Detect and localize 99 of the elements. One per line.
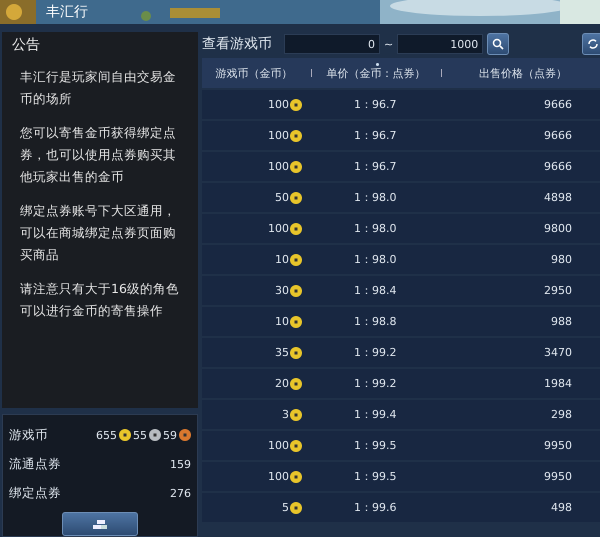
table-row[interactable]: 3 1：99.4 298 xyxy=(202,400,600,429)
coin-icon xyxy=(179,429,191,441)
notice-text: 您可以寄售金币获得绑定点券，也可以使用点券购买其他玩家出售的金币 xyxy=(20,124,177,186)
amount-cell: 100 xyxy=(268,129,289,142)
rate-cell-text: 1：98.8 xyxy=(353,314,398,329)
coin-icon xyxy=(290,254,302,266)
price-cell-text: 9950 xyxy=(543,470,573,483)
coin-amount: 655 xyxy=(96,428,117,442)
price-cell-text: 4898 xyxy=(543,191,573,204)
wallet-value: 159 xyxy=(170,458,191,470)
notice-text: 丰汇行是玩家间自由交易金币的场所 xyxy=(20,68,177,108)
max-field[interactable]: 1000 xyxy=(397,34,484,54)
coin-icon xyxy=(290,130,302,142)
rate-cell-text: 1：99.5 xyxy=(353,438,398,453)
amount-cell: 20 xyxy=(275,377,289,390)
rate-cell-text: 1：98.0 xyxy=(353,190,398,205)
coin-amount: 59 xyxy=(163,428,177,442)
notice-text: 绑定点券账号下大区通用，可以在商城绑定点券页面购买商品 xyxy=(20,202,177,264)
coin-stack-button[interactable] xyxy=(62,512,138,536)
price-cell-text: 980 xyxy=(550,253,573,266)
price-cell-text: 498 xyxy=(550,501,573,514)
notice-text: 请注意只有大于16级的角色可以进行金币的寄售操作 xyxy=(20,280,180,320)
amount-cell: 100 xyxy=(268,470,289,483)
column-header[interactable]: 游戏币（金币） xyxy=(202,66,306,80)
price-cell-text: 9666 xyxy=(543,98,573,111)
table-row[interactable]: 30 1：98.4 2950 xyxy=(202,276,600,305)
rate-cell-text: 1：99.2 xyxy=(353,376,398,391)
refresh-icon xyxy=(587,38,599,50)
amount-cell: 35 xyxy=(275,346,289,359)
coin-icon xyxy=(290,346,302,358)
rate-cell-text: 1：99.5 xyxy=(353,469,398,484)
price-cell-text: 2950 xyxy=(543,284,573,297)
rate-cell-text: 1：96.7 xyxy=(353,159,398,174)
rate-cell-text: 1：99.2 xyxy=(353,345,398,360)
table-row[interactable]: 10 1：98.0 980 xyxy=(202,245,600,274)
rate-cell-text: 1：98.0 xyxy=(353,252,398,267)
price-cell-text: 9800 xyxy=(543,222,573,235)
price-cell-text: 3470 xyxy=(543,346,573,359)
rate-cell-text: 1：99.4 xyxy=(353,407,398,422)
price-cell-text: 9666 xyxy=(543,129,573,142)
amount-cell: 100 xyxy=(268,160,289,173)
table-row[interactable]: 20 1：99.2 1984 xyxy=(202,369,600,398)
coin-amount: 55 xyxy=(133,428,147,442)
table-row[interactable]: 35 1：99.2 3470 xyxy=(202,338,600,367)
range-separator: ~ xyxy=(384,38,394,50)
price-cell-text: 298 xyxy=(550,408,573,421)
coin-icon xyxy=(290,378,302,390)
refresh-button[interactable] xyxy=(582,33,600,55)
coin-icon xyxy=(149,429,161,441)
notice-title: 公告 xyxy=(12,36,41,54)
coin-icon xyxy=(290,192,302,204)
price-cell-text: 988 xyxy=(550,315,573,328)
coin-icon xyxy=(290,316,302,328)
filter-label: 查看游戏币 xyxy=(202,35,272,53)
amount-cell: 5 xyxy=(282,501,289,514)
wallet-label: 流通点券 xyxy=(9,456,61,472)
table-row[interactable]: 10 1：98.8 988 xyxy=(202,307,600,336)
amount-cell: 3 xyxy=(282,408,289,421)
wallet-label: 游戏币 xyxy=(9,426,48,444)
table-row[interactable]: 50 1：98.0 4898 xyxy=(202,183,600,212)
coin-icon xyxy=(290,502,302,514)
coin-icon xyxy=(290,98,302,110)
amount-cell: 100 xyxy=(268,98,289,111)
coin-icon xyxy=(290,440,302,452)
coin-icon xyxy=(119,429,131,441)
column-header[interactable]: 单价（金币：点券） xyxy=(316,66,436,80)
price-cell-text: 9666 xyxy=(543,160,573,173)
price-cell-text: 9950 xyxy=(543,439,573,452)
table-row[interactable]: 100 1：99.5 9950 xyxy=(202,462,600,491)
rate-cell-text: 1：98.4 xyxy=(353,283,398,298)
rate-cell-text: 1：98.0 xyxy=(353,221,398,236)
amount-cell: 100 xyxy=(268,222,289,235)
coin-icon xyxy=(290,408,302,420)
amount-cell: 10 xyxy=(275,253,289,266)
rate-cell-text: 1：96.7 xyxy=(353,128,398,143)
column-header[interactable]: 出售价格（点券） xyxy=(446,66,600,80)
table-row[interactable]: 100 1：96.7 9666 xyxy=(202,121,600,150)
amount-cell: 30 xyxy=(275,284,289,297)
coin-icon xyxy=(290,160,302,172)
price-cell-text: 1984 xyxy=(543,377,573,390)
min-field[interactable]: 0 xyxy=(284,34,380,54)
search-button[interactable] xyxy=(487,33,510,55)
table-row[interactable]: 100 1：96.7 9666 xyxy=(202,152,600,181)
amount-cell: 100 xyxy=(268,439,289,452)
search-icon xyxy=(492,38,504,50)
rate-cell-text: 1：99.6 xyxy=(353,500,398,515)
coin-icon xyxy=(290,470,302,482)
table-row[interactable]: 100 1：99.5 9950 xyxy=(202,431,600,460)
window-title: 丰汇行 xyxy=(46,3,88,21)
table-row[interactable]: 5 1：99.6 498 xyxy=(202,493,600,522)
wallet-label: 绑定点券 xyxy=(9,484,61,502)
rate-cell-text: 1：96.7 xyxy=(353,97,398,112)
coin-icon xyxy=(290,284,302,296)
amount-cell: 10 xyxy=(275,315,289,328)
amount-cell: 50 xyxy=(275,191,289,204)
table-row[interactable]: 100 1：96.7 9666 xyxy=(202,90,600,119)
wallet-value: 276 xyxy=(170,486,191,500)
table-row[interactable]: 100 1：98.0 9800 xyxy=(202,214,600,243)
coin-icon xyxy=(290,222,302,234)
